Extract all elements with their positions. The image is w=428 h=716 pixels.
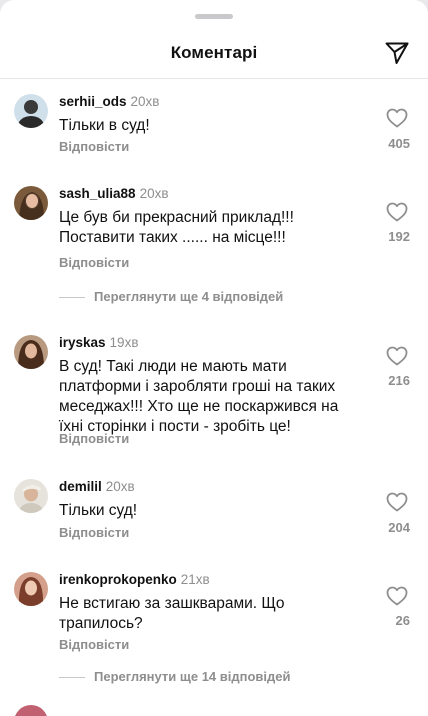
avatar[interactable] [14,479,48,513]
comment-text: В суд! Такі люди не мають мати платформи… [59,358,339,435]
avatar[interactable] [14,94,48,128]
like-count: 204 [388,520,410,535]
username[interactable]: sash_ulia88 [59,186,136,201]
avatar[interactable] [14,186,48,220]
comments-sheet: Коментарі serhii_ods 20хв Тільки в суд! В… [0,0,428,716]
divider-line [59,297,85,298]
avatar[interactable] [14,335,48,369]
like-count: 192 [388,229,410,244]
comment-meta: demilil 20хв [59,479,135,494]
comment-meta: iryskas 19хв [59,335,139,350]
comment-meta: sash_ulia88 20хв [59,186,169,201]
username[interactable]: iryskas [59,335,106,350]
avatar[interactable] [14,705,48,716]
comment-text: Тільки в суд! [59,117,150,134]
heart-icon[interactable] [386,492,408,512]
like-count: 405 [388,136,410,151]
comment-text: Тільки суд! [59,502,138,519]
avatar[interactable] [14,572,48,606]
heart-icon[interactable] [386,202,408,222]
comments-header: Коментарі [0,30,428,79]
heart-icon[interactable] [386,586,408,606]
timestamp: 20хв [139,186,169,201]
view-replies-label: Переглянути ще 4 відповідей [94,289,284,304]
paper-plane-icon[interactable] [384,40,410,66]
divider-line [59,677,85,678]
timestamp: 20хв [105,479,135,494]
reply-button[interactable]: Відповісти [59,431,129,446]
reply-button[interactable]: Відповісти [59,525,129,540]
drag-handle[interactable] [195,14,233,19]
reply-button[interactable]: Відповісти [59,637,129,652]
comment-item: sash_ulia88 20хв Це був би прекрасний при… [0,186,428,306]
page-title: Коментарі [170,43,258,62]
comment-item: serhii_ods 20хв Тільки в суд! Відповісти … [0,94,428,154]
comment-meta: irenkoprokopenko 21хв [59,572,210,587]
view-replies-label: Переглянути ще 14 відповідей [94,669,291,684]
timestamp: 21хв [180,572,210,587]
reply-button[interactable]: Відповісти [59,139,129,154]
like-count: 26 [395,613,410,628]
comment-text: Це був би прекрасний приклад!!! Поставит… [59,209,294,246]
comment-item: iryskas 19хв В суд! Такі люди не мають ма… [0,335,428,447]
comment-item: demilil 20хв Тільки суд! Відповісти 204 [0,479,428,541]
heart-icon[interactable] [386,108,408,128]
comment-item: irenkoprokopenko 21хв Не встигаю за зашкв… [0,572,428,687]
username[interactable]: irenkoprokopenko [59,572,177,587]
comment-text: Не встигаю за зашкварами. Що трапилось? [59,595,285,632]
reply-button[interactable]: Відповісти [59,255,129,270]
heart-icon[interactable] [386,346,408,366]
username[interactable]: demilil [59,479,102,494]
comment-meta: serhii_ods 20хв [59,94,159,109]
timestamp: 20хв [130,94,160,109]
timestamp: 19хв [109,335,139,350]
username[interactable]: serhii_ods [59,94,127,109]
like-count: 216 [388,373,410,388]
